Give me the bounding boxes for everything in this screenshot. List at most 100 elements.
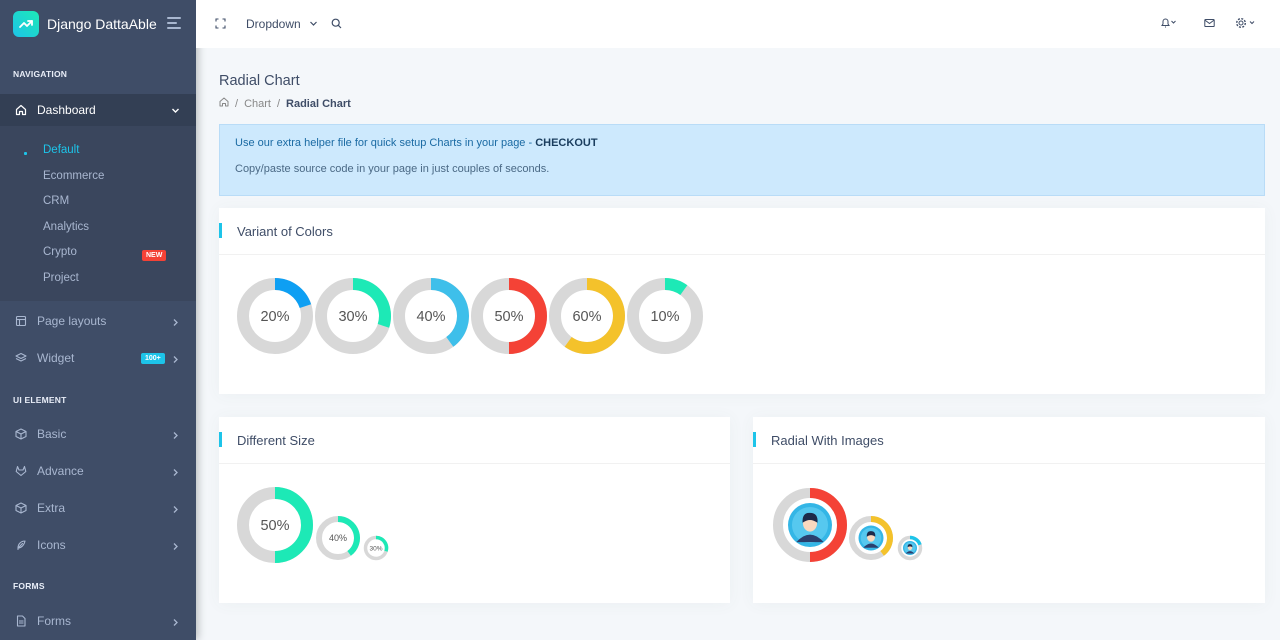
sidebar-item-page-layouts[interactable]: Page layouts <box>0 305 196 337</box>
radial-image-2 <box>849 516 893 560</box>
sidebar-item-icons[interactable]: Icons <box>0 529 196 561</box>
sidebar-item-label: Page layouts <box>37 314 107 328</box>
chevron-down-icon <box>309 17 318 31</box>
page-title: Radial Chart <box>219 73 300 89</box>
submenu-item-project[interactable]: Project <box>43 272 79 284</box>
dropdown-menu[interactable]: Dropdown <box>246 17 318 31</box>
radial-label: 50% <box>494 309 523 325</box>
breadcrumb-separator: / <box>276 97 281 110</box>
chevron-right-icon <box>171 503 180 517</box>
active-dot <box>24 152 27 155</box>
chevron-right-icon <box>171 540 180 554</box>
info-alert: Use our extra helper file for quick setu… <box>219 124 1265 196</box>
radial-size-2: 40% <box>316 516 360 560</box>
radial-progress-arc <box>274 278 312 309</box>
sidebar-item-dashboard[interactable]: Dashboard <box>0 94 196 126</box>
layout-icon <box>15 315 27 327</box>
widget-count-badge: 100+ <box>141 353 165 364</box>
submenu-item-default[interactable]: Default <box>43 144 79 156</box>
avatar <box>903 541 917 555</box>
bell-icon[interactable] <box>1160 17 1178 28</box>
chevron-right-icon <box>171 466 180 480</box>
sidebar-item-basic[interactable]: Basic <box>0 418 196 450</box>
sidebar: Django DattaAble NAVIGATION Dashboard De… <box>0 0 196 640</box>
card-variant-colors: Variant of Colors 20% 30% 40% 50% 60% 10% <box>219 208 1265 394</box>
card-radial-images: Radial With Images <box>753 417 1265 603</box>
radial-variant-50: 50% <box>471 278 547 354</box>
sidebar-item-forms[interactable]: Forms <box>0 605 196 637</box>
feather-icon <box>15 539 27 551</box>
sidebar-item-label: Icons <box>37 538 66 552</box>
menu-toggle-icon[interactable] <box>167 17 181 32</box>
radial-size-3: 30% <box>363 535 389 561</box>
radial-label: 30% <box>338 309 367 325</box>
submenu-item-analytics[interactable]: Analytics <box>43 221 89 233</box>
radial-variants-chart: 20% 30% 40% 50% 60% 10% <box>237 278 703 354</box>
avatar <box>858 525 884 551</box>
sidebar-item-advance[interactable]: Advance <box>0 455 196 487</box>
radial-progress-arc <box>664 278 688 296</box>
alert-message: Use our extra helper file for quick setu… <box>235 137 536 149</box>
radial-image-1 <box>773 488 847 562</box>
avatar <box>788 503 832 547</box>
radial-images-chart <box>773 488 923 562</box>
package-icon <box>15 502 27 514</box>
brand-name: Django DattaAble <box>47 16 157 32</box>
box-icon <box>15 428 27 440</box>
radial-label: 50% <box>260 518 289 534</box>
chevron-right-icon <box>171 429 180 443</box>
sidebar-item-label: Forms <box>37 614 71 628</box>
radial-size-1: 50% <box>237 487 313 563</box>
new-badge: NEW <box>142 250 167 261</box>
radial-variant-10: 10% <box>627 278 703 354</box>
search-icon[interactable] <box>331 18 342 29</box>
sidebar-item-label: Basic <box>37 427 67 441</box>
card-title: Different Size <box>219 417 730 464</box>
radial-variant-20: 20% <box>237 278 313 354</box>
nav-caption-forms: FORMS <box>13 581 45 591</box>
breadcrumb-current: Radial Chart <box>286 97 351 110</box>
dropdown-label: Dropdown <box>246 17 301 31</box>
sidebar-item-widget[interactable]: Widget <box>0 342 196 374</box>
settings-icon[interactable] <box>1235 17 1257 29</box>
breadcrumb-chart[interactable]: Chart <box>244 98 271 110</box>
breadcrumb: / Chart / Radial Chart <box>219 97 351 110</box>
card-title: Variant of Colors <box>219 208 1265 255</box>
dashboard-submenu: Default Ecommerce CRM Analytics Crypto N… <box>0 126 196 301</box>
home-icon[interactable] <box>219 97 229 110</box>
sidebar-item-label: Widget <box>37 351 75 365</box>
radial-label: 60% <box>572 309 601 325</box>
breadcrumb-separator: / <box>235 97 239 110</box>
sidebar-item-label: Dashboard <box>37 103 96 117</box>
chevron-right-icon <box>171 316 180 330</box>
radial-sizes-chart: 50% 40% 30% <box>237 487 389 563</box>
radial-label: 20% <box>260 309 289 325</box>
mail-icon[interactable] <box>1204 18 1215 28</box>
radial-variant-40: 40% <box>393 278 469 354</box>
submenu-item-crm[interactable]: CRM <box>43 195 69 207</box>
alert-subtext: Copy/paste source code in your page in j… <box>235 163 550 175</box>
radial-variant-30: 30% <box>315 278 391 354</box>
home-icon <box>15 104 27 116</box>
chevron-down-icon <box>171 104 180 118</box>
nav-caption-ui-element: UI ELEMENT <box>13 395 67 405</box>
trending-up-icon <box>13 11 39 37</box>
submenu-item-crypto[interactable]: Crypto <box>43 246 77 258</box>
radial-image-3 <box>897 535 923 561</box>
sidebar-item-label: Extra <box>37 501 66 515</box>
chevron-right-icon <box>171 353 180 367</box>
nav-caption-navigation: NAVIGATION <box>13 69 68 79</box>
gitlab-icon <box>15 465 27 477</box>
fullscreen-icon[interactable] <box>215 18 226 29</box>
radial-label: 40% <box>416 309 445 325</box>
sidebar-item-extra[interactable]: Extra <box>0 492 196 524</box>
card-title: Radial With Images <box>753 417 1265 464</box>
checkout-link[interactable]: CHECKOUT <box>535 137 597 149</box>
radial-variant-60: 60% <box>549 278 625 354</box>
alert-text: Use our extra helper file for quick setu… <box>235 137 1249 149</box>
layers-icon <box>15 352 27 364</box>
submenu-item-ecommerce[interactable]: Ecommerce <box>43 170 104 182</box>
radial-label: 30% <box>369 545 382 552</box>
chevron-right-icon <box>171 616 180 630</box>
sidebar-item-label: Advance <box>37 464 84 478</box>
